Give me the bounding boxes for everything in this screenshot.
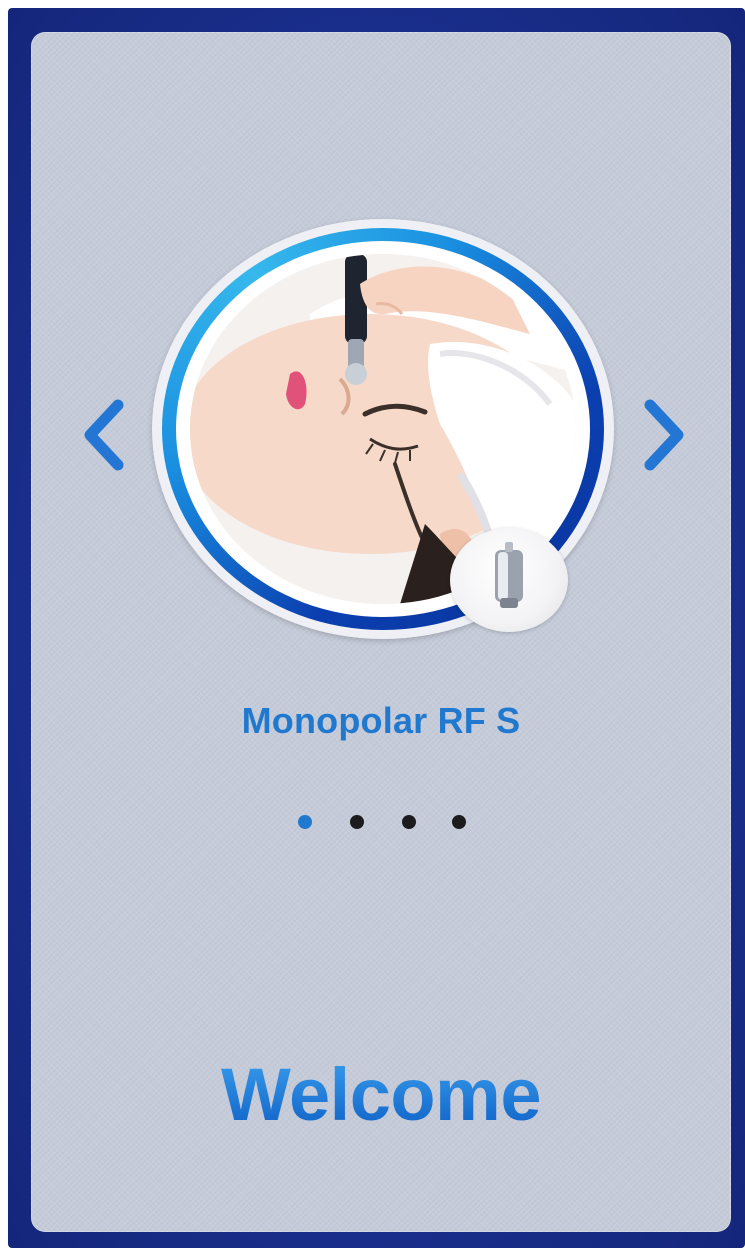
probe-tip-badge (450, 528, 568, 632)
chevron-right-icon (644, 399, 684, 471)
page-dot-2[interactable] (350, 815, 364, 829)
product-name: Monopolar RF S (241, 700, 521, 741)
page-dot-4[interactable] (452, 815, 466, 829)
previous-button[interactable] (76, 395, 136, 475)
page-dot-3[interactable] (402, 815, 416, 829)
rf-probe-tip-icon (495, 542, 523, 608)
carousel-pagination (290, 812, 480, 832)
page-dot-1[interactable] (298, 815, 312, 829)
next-button[interactable] (632, 395, 692, 475)
welcome-button[interactable]: Welcome (31, 1052, 731, 1137)
chevron-left-icon (84, 399, 124, 471)
